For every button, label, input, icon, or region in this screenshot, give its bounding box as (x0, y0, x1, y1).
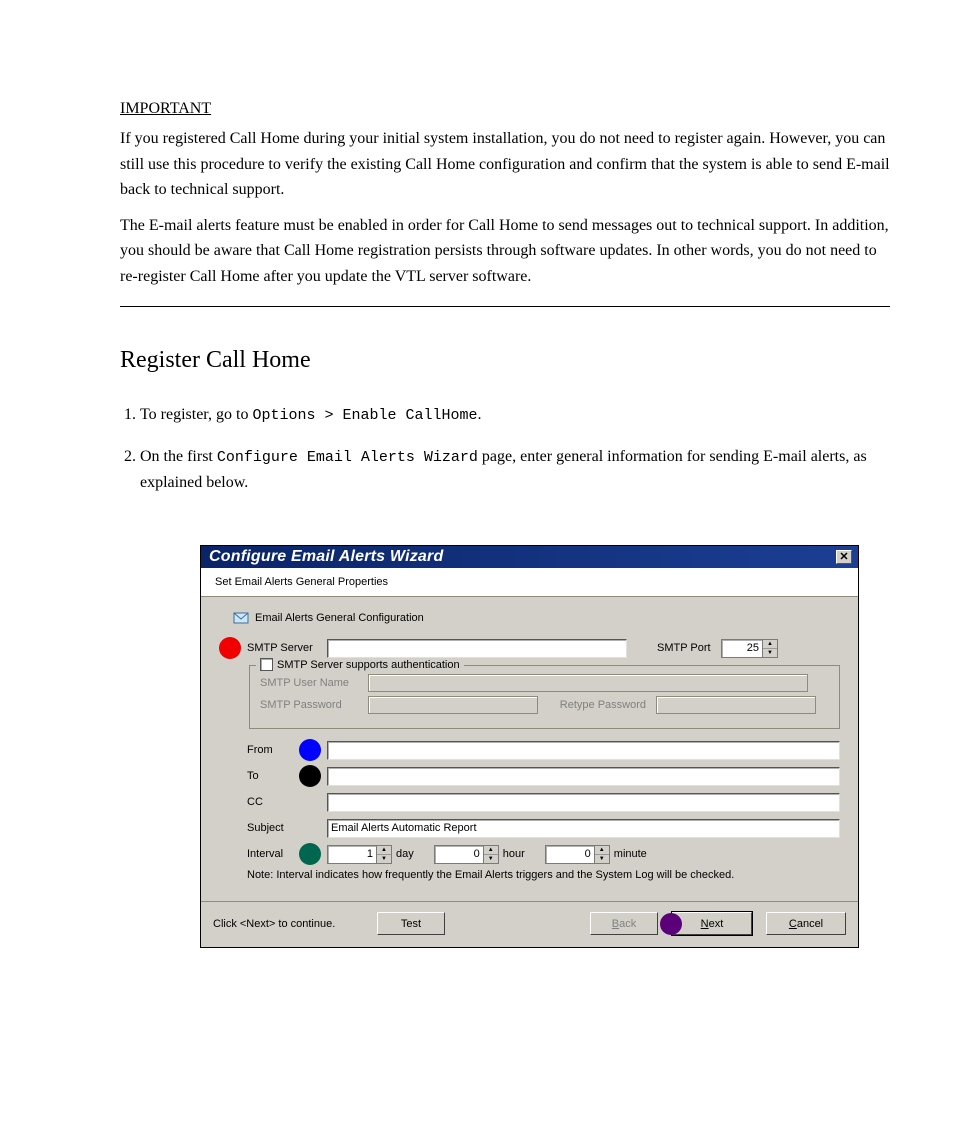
day-unit: day (396, 848, 414, 860)
retype-pass-label: Retype Password (542, 699, 652, 711)
auth-legend: SMTP Server supports authentication (277, 659, 460, 671)
interval-minute-spinner[interactable]: ▲▼ (545, 845, 610, 864)
spinner-buttons[interactable]: ▲ ▼ (763, 639, 778, 658)
mail-icon (233, 611, 249, 625)
smtp-user-label: SMTP User Name (260, 677, 364, 689)
steps-list: To register, go to Options > Enable Call… (120, 402, 894, 496)
smtp-port-spinner[interactable]: ▲ ▼ (721, 639, 778, 658)
callout-marker-green (299, 843, 321, 865)
subject-input[interactable] (327, 819, 840, 838)
interval-minute-input[interactable] (545, 845, 595, 864)
interval-day-input[interactable] (327, 845, 377, 864)
interval-note: Note: Interval indicates how frequently … (247, 869, 840, 881)
next-button[interactable]: Next (672, 912, 752, 935)
spinner-up-icon[interactable]: ▲ (595, 846, 609, 855)
test-button[interactable]: Test (377, 912, 445, 935)
titlebar: Configure Email Alerts Wizard ✕ (201, 546, 858, 568)
interval-day-spinner[interactable]: ▲▼ (327, 845, 392, 864)
to-input[interactable] (327, 767, 840, 786)
spinner-down-icon[interactable]: ▼ (595, 855, 609, 863)
minute-unit: minute (614, 848, 647, 860)
step1-pre: To register, go to (140, 406, 252, 423)
section-title: Register Call Home (120, 347, 894, 374)
smtp-port-input[interactable] (721, 639, 763, 658)
smtp-pass-label: SMTP Password (260, 699, 364, 711)
close-icon[interactable]: ✕ (836, 550, 852, 564)
callout-marker-black (299, 765, 321, 787)
subject-label: Subject (247, 822, 327, 834)
callout-marker-red (219, 637, 241, 659)
step1-post: . (477, 406, 481, 423)
dialog-title: Configure Email Alerts Wizard (209, 548, 443, 566)
spinner-up-icon[interactable]: ▲ (484, 846, 498, 855)
step2-pre: On the first (140, 448, 217, 465)
wizard-dialog: Configure Email Alerts Wizard ✕ Set Emai… (200, 545, 859, 948)
back-button: Back (590, 912, 658, 935)
step2-path: Configure Email Alerts Wizard (217, 449, 478, 466)
interval-hour-spinner[interactable]: ▲▼ (434, 845, 499, 864)
config-heading: Email Alerts General Configuration (255, 612, 424, 624)
dialog-screenshot: Configure Email Alerts Wizard ✕ Set Emai… (200, 545, 894, 948)
dialog-body: Email Alerts General Configuration SMTP … (201, 597, 858, 891)
from-input[interactable] (327, 741, 840, 760)
spinner-down-icon[interactable]: ▼ (484, 855, 498, 863)
paragraph-1: If you registered Call Home during your … (120, 126, 890, 203)
from-row: From (219, 739, 840, 761)
auth-groupbox: SMTP Server supports authentication SMTP… (249, 665, 840, 729)
cc-input[interactable] (327, 793, 840, 812)
interval-label: Interval (247, 848, 299, 860)
to-row: To (219, 765, 840, 787)
callout-marker-blue (299, 739, 321, 761)
smtp-server-row: SMTP Server SMTP Port ▲ ▼ (219, 637, 840, 659)
config-heading-row: Email Alerts General Configuration (219, 611, 840, 625)
step-2: On the first Configure Email Alerts Wiza… (140, 444, 894, 496)
interval-hour-input[interactable] (434, 845, 484, 864)
smtp-server-input[interactable] (327, 639, 627, 658)
smtp-port-label: SMTP Port (657, 642, 721, 654)
step-1: To register, go to Options > Enable Call… (140, 402, 894, 428)
retype-pass-input (656, 696, 816, 714)
dialog-subheader: Set Email Alerts General Properties (201, 568, 858, 597)
spinner-down-icon[interactable]: ▼ (377, 855, 391, 863)
footer-text: Click <Next> to continue. (213, 918, 363, 930)
cc-label: CC (247, 796, 327, 808)
smtp-user-input (368, 674, 808, 692)
subject-row: Subject (219, 817, 840, 839)
from-label: From (247, 744, 299, 756)
spinner-up-icon[interactable]: ▲ (377, 846, 391, 855)
document-page: IMPORTANT If you registered Call Home du… (0, 0, 954, 948)
auth-checkbox[interactable] (260, 658, 273, 671)
divider (120, 306, 890, 307)
to-label: To (247, 770, 299, 782)
cancel-button[interactable]: Cancel (766, 912, 846, 935)
hour-unit: hour (503, 848, 525, 860)
step1-path: Options > Enable CallHome (252, 407, 477, 424)
paragraph-2: The E-mail alerts feature must be enable… (120, 213, 890, 290)
smtp-server-label: SMTP Server (247, 642, 327, 654)
cc-row: CC (219, 791, 840, 813)
spinner-down-icon[interactable]: ▼ (763, 649, 777, 657)
interval-row: Interval ▲▼ day ▲▼ hour ▲▼ (219, 843, 840, 865)
spinner-up-icon[interactable]: ▲ (763, 640, 777, 649)
smtp-pass-input (368, 696, 538, 714)
callout-marker-purple (660, 913, 682, 935)
dialog-footer: Click <Next> to continue. Test Back Next… (201, 901, 858, 947)
auth-legend-row: SMTP Server supports authentication (256, 658, 464, 671)
important-heading: IMPORTANT (120, 100, 894, 118)
